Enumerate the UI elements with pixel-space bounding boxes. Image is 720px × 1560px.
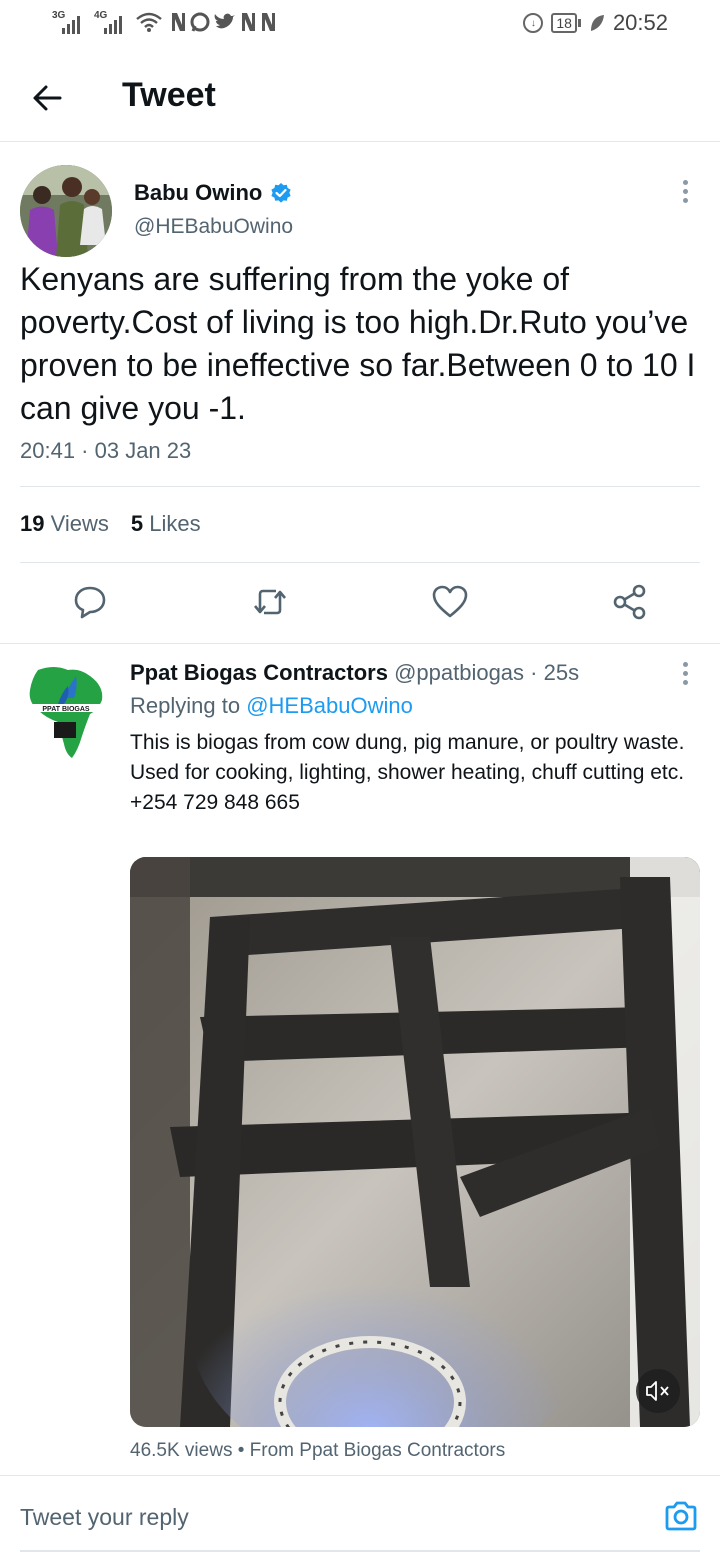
reply-composer: Tweet your reply: [0, 1475, 720, 1555]
data-saver-icon: ↓: [523, 13, 544, 33]
status-bar: 3G 4G ↓ 18 20:52: [0, 0, 720, 50]
views-stat[interactable]: 19 Views: [20, 511, 109, 537]
whatsapp-icon: [190, 12, 210, 32]
back-arrow-icon[interactable]: [28, 78, 68, 118]
status-right: ↓ 18 20:52: [523, 10, 668, 36]
share-icon[interactable]: [610, 582, 650, 622]
reply-video[interactable]: [130, 857, 700, 1427]
like-heart-icon[interactable]: [430, 582, 470, 622]
tweet-actions: [0, 582, 720, 626]
author-name-text[interactable]: Babu Owino: [134, 180, 262, 206]
page-title: Tweet: [122, 76, 216, 114]
video-frame: [130, 857, 700, 1427]
reply-input[interactable]: Tweet your reply: [20, 1504, 189, 1531]
more-options-icon[interactable]: [683, 180, 689, 204]
reply-author-handle[interactable]: @ppatbiogas: [394, 660, 524, 685]
retweet-icon[interactable]: [250, 582, 290, 622]
likes-count: 5: [130, 511, 144, 536]
speaker-muted-icon: [646, 1381, 669, 1401]
signal-icon-2: 4G: [94, 10, 128, 34]
divider: [20, 486, 700, 487]
twitter-icon: [214, 13, 235, 29]
tweet-text: Kenyans are suffering from the yoke of p…: [20, 261, 696, 426]
tweet-separator: [0, 643, 720, 644]
logo-text: PPAT BIOGAS: [42, 706, 90, 713]
netflix-icon-2: [242, 13, 255, 31]
media-views-line: 46.5K views • From Ppat Biogas Contracto…: [130, 1440, 505, 1462]
reply-more-options-icon[interactable]: [683, 662, 689, 686]
views-count: 19: [20, 511, 45, 536]
app-header: Tweet: [0, 52, 720, 142]
composer-underline: [20, 1550, 700, 1552]
author-avatar[interactable]: [20, 165, 112, 257]
author-handle[interactable]: @HEBabuOwino: [134, 215, 293, 239]
bullet-separator: •: [237, 1440, 250, 1461]
leaf-icon: [590, 15, 604, 31]
reply-icon[interactable]: [70, 582, 110, 622]
reply-author-name[interactable]: Ppat Biogas Contractors: [130, 660, 388, 685]
author-name[interactable]: Babu Owino: [134, 180, 292, 206]
replying-to-mention[interactable]: @HEBabuOwino: [246, 693, 413, 718]
reply-text: This is biogas from cow dung, pig manure…: [130, 728, 710, 818]
tweet-timestamp[interactable]: 20:41 · 03 Jan 23: [20, 438, 191, 464]
wifi-icon: [136, 12, 162, 32]
reply-author-avatar[interactable]: PPAT BIOGAS: [24, 664, 108, 760]
reply-phone-number: +254 729 848 665: [130, 791, 300, 814]
netflix-icon: [172, 13, 185, 31]
replying-to-label: Replying to: [130, 693, 241, 718]
likes-label: Likes: [149, 511, 201, 536]
camera-icon[interactable]: [664, 1500, 698, 1532]
divider: [20, 562, 700, 563]
netflix-icon-3: [262, 13, 275, 31]
replying-to-line: Replying to @HEBabuOwino: [130, 693, 413, 719]
views-label: Views: [50, 511, 109, 536]
reply-header: Ppat Biogas Contractors @ppatbiogas · 25…: [130, 660, 579, 686]
notification-app-icons: [170, 12, 276, 32]
signal-icon: 3G: [52, 10, 86, 34]
reply-time: · 25s: [530, 660, 580, 685]
tweet-stats: 19 Views 5 Likes: [20, 511, 201, 537]
media-source[interactable]: From Ppat Biogas Contractors: [250, 1440, 506, 1461]
media-views: 46.5K views: [130, 1440, 233, 1461]
reply-text-body: This is biogas from cow dung, pig manure…: [130, 731, 685, 784]
status-left: 3G 4G: [52, 10, 276, 34]
mute-button[interactable]: [636, 1369, 680, 1413]
likes-stat[interactable]: 5 Likes: [131, 511, 201, 537]
battery-icon: 18: [551, 13, 581, 33]
battery-level: 18: [551, 13, 577, 33]
clock: 20:52: [612, 10, 668, 35]
verified-badge-icon: [271, 183, 291, 203]
